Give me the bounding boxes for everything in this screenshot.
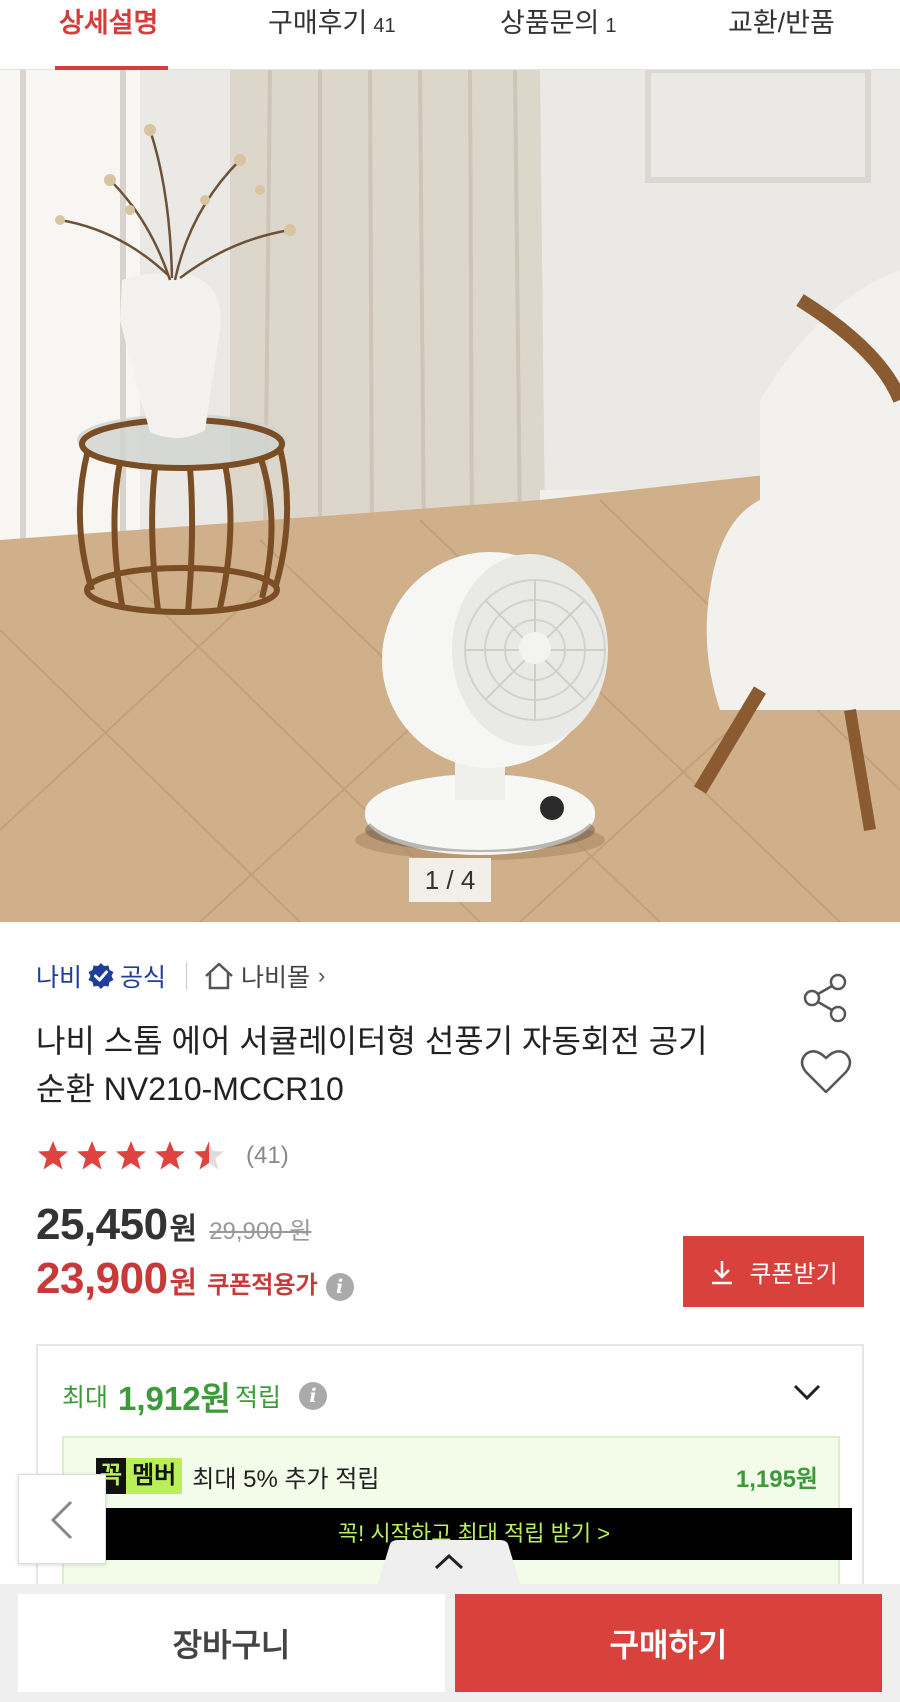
tab-exchange-return-label: 교환/반품 — [728, 8, 835, 38]
points-suffix: 적립 — [234, 1384, 281, 1412]
tab-description[interactable]: 상세설명 — [54, 0, 169, 70]
info-icon[interactable]: i — [298, 1382, 327, 1410]
tab-reviews[interactable]: 구매후기 41 — [268, 0, 396, 70]
half-star-icon — [194, 1141, 224, 1170]
tab-qna-label: 상품문의 — [500, 8, 600, 38]
original-price: 29,900 원 — [209, 1218, 312, 1245]
brand-name[interactable]: 나비 — [36, 958, 82, 994]
points-amount: 1,912원 — [118, 1380, 231, 1417]
member-benefit-text: 최대 5% 추가 적립 — [192, 1465, 380, 1493]
sale-price: 25,450 — [36, 1200, 168, 1249]
tab-description-label: 상세설명 — [59, 8, 159, 38]
star-icon — [77, 1141, 107, 1170]
download-icon — [712, 1260, 733, 1284]
tab-qna-count: 1 — [605, 15, 617, 37]
chevron-right-icon: › — [318, 963, 326, 988]
coupon-download-button[interactable]: 쿠폰받기 — [683, 1236, 864, 1307]
rating-row[interactable]: (41) — [36, 1136, 289, 1176]
heart-icon[interactable] — [800, 1048, 852, 1096]
rating-count: (41) — [246, 1142, 289, 1169]
product-image-carousel[interactable]: 1 / 4 — [0, 70, 900, 922]
brand-mall-label: 나비몰 — [241, 964, 311, 992]
tab-reviews-label: 구매후기 — [268, 8, 368, 38]
share-icon[interactable] — [800, 972, 852, 1024]
coupon-price-label: 쿠폰적용가 — [207, 1272, 318, 1299]
info-icon[interactable]: i — [325, 1273, 354, 1301]
expand-options-tab[interactable] — [378, 1540, 520, 1584]
tab-reviews-count: 41 — [373, 15, 396, 37]
buy-now-button[interactable]: 구매하기 — [455, 1594, 882, 1692]
section-tabs: 상세설명 구매후기 41 상품문의 1 교환/반품 — [0, 0, 900, 70]
tab-exchange-return[interactable]: 교환/반품 — [728, 0, 835, 70]
coupon-price-row: 23,900 원 쿠폰적용가 i — [36, 1254, 354, 1304]
bottom-action-bar: 장바구니 구매하기 — [0, 1584, 900, 1702]
star-icon — [38, 1141, 68, 1170]
star-icon — [155, 1141, 185, 1170]
sale-price-unit: 원 — [169, 1213, 198, 1246]
home-icon — [205, 962, 233, 990]
chevron-left-icon — [50, 1500, 73, 1540]
divider — [186, 962, 188, 990]
carousel-pager: 1 / 4 — [409, 858, 491, 902]
coupon-price-unit: 원 — [169, 1267, 198, 1300]
tab-qna[interactable]: 상품문의 1 — [500, 0, 617, 70]
verified-badge-icon — [88, 963, 114, 989]
points-summary[interactable]: 최대 1,912원 적립 i — [62, 1372, 327, 1420]
coupon-price: 23,900 — [36, 1254, 168, 1303]
member-benefit-amount: 1,195원 — [735, 1465, 818, 1493]
add-to-cart-button[interactable]: 장바구니 — [18, 1594, 445, 1692]
chevron-down-icon[interactable] — [792, 1382, 822, 1402]
product-photo — [0, 70, 900, 922]
coupon-download-label: 쿠폰받기 — [749, 1261, 838, 1288]
price-row: 25,450 원 29,900 원 — [36, 1200, 311, 1250]
brand-mall-link[interactable]: 나비몰 › — [203, 958, 325, 994]
official-label: 공식 — [120, 964, 167, 992]
kkok-member-logo: 꼭 멤버 — [96, 1458, 183, 1494]
points-prefix: 최대 — [62, 1384, 109, 1412]
member-benefit-row: 꼭 멤버 최대 5% 추가 적립 1,195원 — [96, 1458, 818, 1494]
star-icon — [116, 1141, 146, 1170]
back-button[interactable] — [18, 1474, 106, 1564]
product-title: 나비 스톰 에어 서큘레이터형 선풍기 자동회전 공기순환 NV210-MCCR… — [36, 1023, 708, 1107]
star-rating — [38, 1141, 224, 1170]
brand-row: 나비 공식 나비몰 › — [36, 956, 325, 996]
